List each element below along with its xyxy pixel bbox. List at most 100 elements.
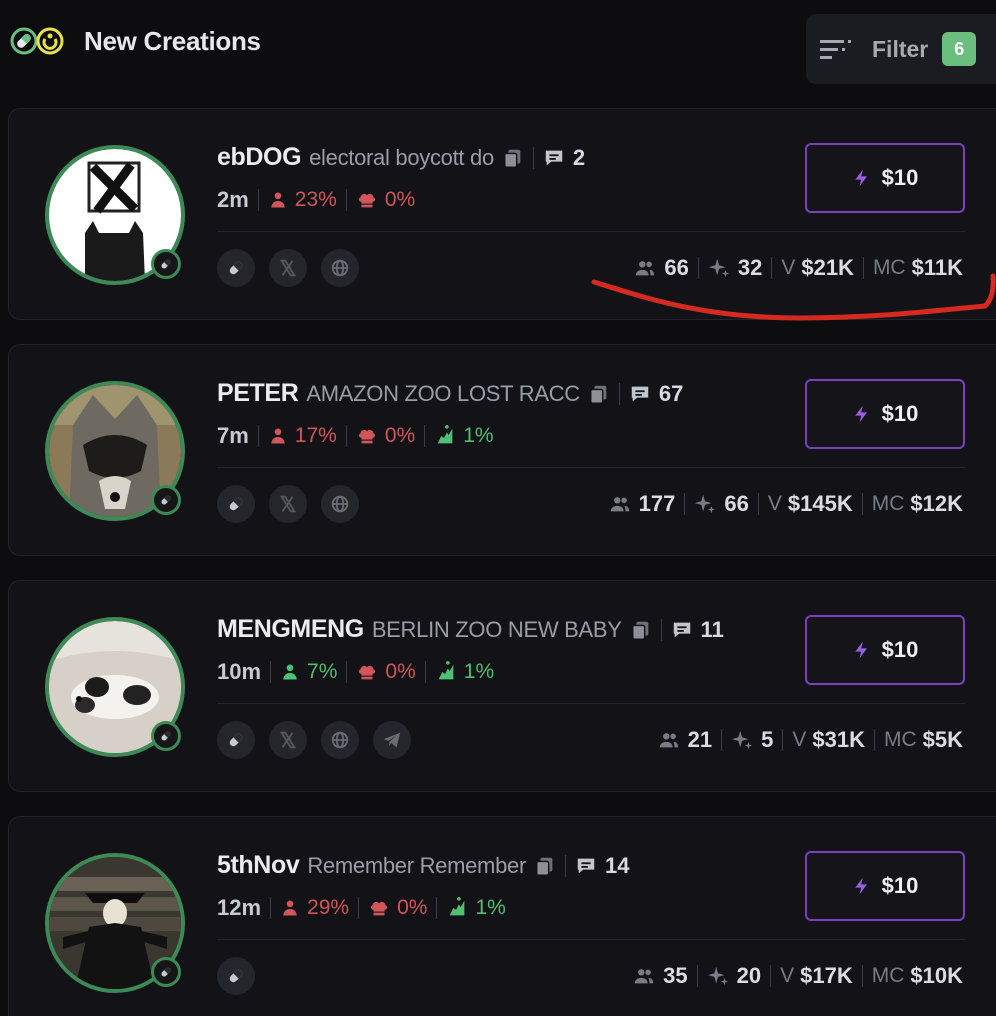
website-link[interactable] xyxy=(321,249,359,287)
market-stats: 21 5 V $31K MC $5K xyxy=(658,727,963,753)
top-holders-pct: 23% xyxy=(294,188,337,211)
sparkle-icon xyxy=(731,729,753,751)
coin-name[interactable]: 5thNov xyxy=(217,851,300,880)
quick-buy-button[interactable]: $10 xyxy=(805,143,965,213)
chef-hat-icon xyxy=(356,425,378,447)
reply-count: 2 xyxy=(572,144,586,170)
separator xyxy=(862,257,864,279)
holders-count: 21 xyxy=(687,727,713,752)
separator xyxy=(721,729,723,751)
user-icon xyxy=(268,190,288,210)
chef-hat-icon xyxy=(356,189,378,211)
coin-name[interactable]: MENGMENG xyxy=(217,615,364,644)
coin-card[interactable]: ebDOG electoral boycott do 2 2m 23% 0% 6… xyxy=(8,108,996,320)
chat-icon xyxy=(629,383,651,405)
x-link[interactable] xyxy=(269,485,307,523)
quick-buy-button[interactable]: $10 xyxy=(805,379,965,449)
pump-link[interactable] xyxy=(217,249,255,287)
separator xyxy=(436,897,438,919)
copy-icon[interactable] xyxy=(534,855,556,877)
pump-link[interactable] xyxy=(217,485,255,523)
coin-age: 10m xyxy=(217,659,262,684)
buy-amount: $10 xyxy=(881,401,919,426)
separator xyxy=(424,661,426,683)
dev-holding-stat: 0% xyxy=(356,660,416,684)
market-cap-value: $5K xyxy=(922,727,963,752)
dev-holding-stat: 0% xyxy=(356,188,415,212)
coin-avatar-wrap[interactable] xyxy=(45,381,185,521)
coin-card[interactable]: 5thNov Remember Remember 14 12m 29% 0% 1… xyxy=(8,816,996,1016)
sparkle-icon xyxy=(694,493,716,515)
volume-value: $17K xyxy=(800,963,853,988)
x-link[interactable] xyxy=(269,249,307,287)
separator xyxy=(424,425,426,447)
user-icon xyxy=(268,426,288,446)
lightning-icon xyxy=(852,640,872,660)
mc-label: MC xyxy=(871,964,905,987)
coin-age: 7m xyxy=(217,423,249,448)
volume-label: V xyxy=(781,256,796,279)
x-link[interactable] xyxy=(269,721,307,759)
sparkle-icon xyxy=(708,257,730,279)
coin-card[interactable]: MENGMENG BERLIN ZOO NEW BABY 11 10m 7% 0… xyxy=(8,580,996,792)
quick-buy-button[interactable]: $10 xyxy=(805,851,965,921)
copy-icon[interactable] xyxy=(588,383,610,405)
separator xyxy=(684,493,686,515)
coin-avatar-wrap[interactable] xyxy=(45,853,185,993)
separator xyxy=(861,965,863,987)
filter-count-badge: 6 xyxy=(942,32,977,66)
separator xyxy=(757,493,759,515)
copy-icon[interactable] xyxy=(502,147,524,169)
website-link[interactable] xyxy=(321,721,359,759)
separator xyxy=(346,661,348,683)
sparkle-icon xyxy=(707,965,729,987)
lightning-icon xyxy=(852,168,872,188)
coin-name[interactable]: ebDOG xyxy=(217,143,302,172)
holders-icon xyxy=(634,257,656,279)
pump-link[interactable] xyxy=(217,721,255,759)
coin-avatar-wrap[interactable] xyxy=(45,145,185,285)
coin-description: AMAZON ZOO LOST RACC xyxy=(306,380,580,406)
coin-card[interactable]: PETER AMAZON ZOO LOST RACC 67 7m 17% 0% … xyxy=(8,344,996,556)
lightning-icon xyxy=(852,876,872,896)
user-icon xyxy=(280,662,300,682)
snipers-pct: 1% xyxy=(463,660,495,683)
txn-count: 5 xyxy=(761,727,774,752)
user-icon xyxy=(280,898,300,918)
website-link[interactable] xyxy=(321,485,359,523)
pump-badge xyxy=(151,485,181,515)
separator xyxy=(771,257,773,279)
separator xyxy=(861,493,863,515)
quick-buy-button[interactable]: $10 xyxy=(805,615,965,685)
market-cap-value: $10K xyxy=(910,963,963,988)
sniper-icon xyxy=(446,897,468,919)
pill-icon xyxy=(225,729,247,751)
holders-count: 66 xyxy=(664,255,689,280)
dev-holding-pct: 0% xyxy=(384,424,416,447)
telegram-link[interactable] xyxy=(373,721,411,759)
separator xyxy=(564,854,566,877)
app-logo xyxy=(10,26,68,56)
social-links xyxy=(217,485,373,523)
holders-icon xyxy=(633,965,655,987)
copy-icon[interactable] xyxy=(630,619,652,641)
separator xyxy=(345,189,347,211)
holders-count: 35 xyxy=(663,963,688,988)
pump-link[interactable] xyxy=(217,957,255,995)
reply-count: 11 xyxy=(700,616,724,642)
chef-hat-icon xyxy=(356,661,378,683)
filter-button[interactable]: Filter 6 xyxy=(806,14,996,84)
dev-holding-pct: 0% xyxy=(385,660,416,683)
pill-icon xyxy=(158,728,174,744)
market-stats: 66 32 V $21K MC $11K xyxy=(634,255,963,281)
separator xyxy=(345,425,347,447)
filter-icon xyxy=(820,40,851,59)
top-holders-stat: 29% xyxy=(280,896,349,920)
separator xyxy=(257,425,259,447)
dev-holding-stat: 0% xyxy=(356,424,415,448)
coin-name[interactable]: PETER xyxy=(217,379,299,408)
coin-avatar-wrap[interactable] xyxy=(45,617,185,757)
market-cap-value: $11K xyxy=(911,255,963,280)
separator xyxy=(697,257,699,279)
top-holders-pct: 17% xyxy=(294,424,337,447)
